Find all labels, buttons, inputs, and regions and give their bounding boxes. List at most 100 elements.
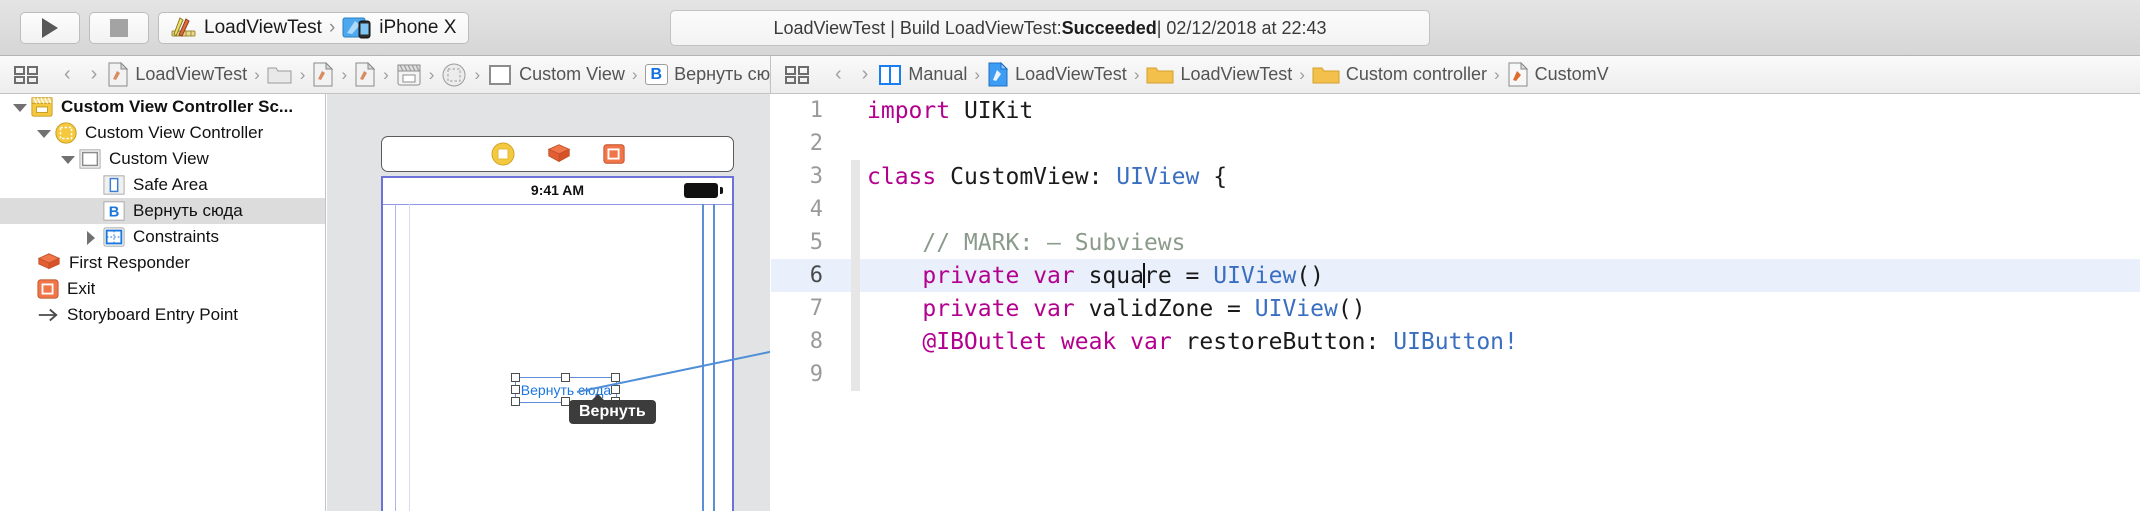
forward-arrow-icon[interactable]: › (91, 63, 98, 86)
outline-row-scene[interactable]: Custom View Controller Sc... (0, 94, 325, 120)
jumpbar-item-7[interactable]: B Вернуть сюда (644, 63, 770, 86)
iphone-x-preview[interactable]: 9:41 AM Вернуть сюда Вернуть (381, 176, 734, 511)
disclosure-triangle-icon[interactable] (12, 100, 27, 114)
jumpbar-sep: › (1299, 64, 1305, 84)
back-arrow-icon[interactable]: ‹ (64, 63, 71, 86)
entry-point-arrow-icon (38, 308, 58, 322)
first-responder-cube-icon[interactable] (546, 141, 572, 167)
jumpbar-item-4[interactable] (396, 63, 422, 87)
outline-label: Exit (67, 279, 96, 298)
jumpbar-right-item-0[interactable]: Manual (878, 64, 967, 86)
document-outline: Custom View Controller Sc... Custom View… (0, 94, 326, 511)
exit-square-icon[interactable] (602, 142, 626, 166)
jumpbar-sep: › (428, 64, 435, 84)
line-number: 6 (809, 263, 823, 288)
interface-builder-canvas[interactable]: 9:41 AM Вернуть сюда Вернуть (327, 94, 770, 511)
scene-icon (31, 97, 53, 117)
code-content: private var validZone = UIView() (867, 295, 1366, 322)
code-fold-strip[interactable] (851, 292, 860, 325)
outline-label: Safe Area (133, 175, 208, 194)
code-fold-strip[interactable] (851, 358, 860, 391)
code-content: @IBOutlet weak var restoreButton: UIButt… (867, 328, 1518, 355)
jumpbar-sep: › (299, 64, 306, 84)
outline-row-first-responder[interactable]: First Responder (0, 250, 325, 276)
code-line[interactable]: 5 // MARK: — Subviews (771, 226, 2140, 259)
related-items-icon[interactable] (785, 65, 811, 85)
outline-row-button[interactable]: B Вернуть сюда (0, 198, 325, 224)
view-icon (489, 64, 512, 85)
code-fold-strip[interactable] (851, 193, 860, 226)
code-line[interactable]: 1 import UIKit (771, 94, 2140, 127)
resize-handle-tm[interactable] (561, 373, 570, 382)
jumpbar-right-item-4[interactable]: CustomV (1507, 62, 1609, 87)
code-fold-strip[interactable] (851, 325, 860, 358)
scheme-selector[interactable]: LoadViewTest › iPhone X (158, 11, 470, 44)
exit-icon (37, 279, 59, 299)
outline-label: Constraints (133, 227, 219, 246)
disclosure-triangle-icon[interactable] (84, 230, 98, 245)
device-status-bar: 9:41 AM (383, 178, 732, 202)
code-line[interactable]: 4 (771, 193, 2140, 226)
jumpbar-item-0[interactable]: LoadViewTest (107, 62, 247, 87)
jumpbar-sep: › (1133, 64, 1140, 84)
resize-handle-mr[interactable] (611, 385, 620, 394)
storyboard-file-icon (313, 62, 334, 87)
related-items-icon[interactable] (14, 65, 40, 85)
outline-row-safe-area[interactable]: Safe Area (0, 172, 325, 198)
stop-button[interactable] (89, 11, 149, 44)
line-number: 3 (809, 164, 823, 189)
storyboard-file-icon (355, 62, 376, 87)
build-status-bar[interactable]: LoadViewTest | Build LoadViewTest: Succe… (670, 10, 1430, 46)
jumpbar-label-6: Custom View (519, 64, 625, 84)
jumpbar-item-3[interactable] (354, 62, 376, 87)
outline-row-entry-point[interactable]: Storyboard Entry Point (0, 302, 325, 328)
status-suffix: | 02/12/2018 at 22:43 (1156, 17, 1327, 38)
jumpbar-right-item-2[interactable]: LoadViewTest (1146, 64, 1292, 86)
code-line[interactable]: 3 class CustomView: UIView { (771, 160, 2140, 193)
code-line[interactable]: 8 @IBOutlet weak var restoreButton: UIBu… (771, 325, 2140, 358)
jumpbar-right-label-3: Custom controller (1345, 64, 1487, 84)
view-controller-round-icon[interactable] (490, 141, 516, 167)
jumpbar-sep: › (254, 64, 260, 84)
guide-right-a (702, 204, 704, 511)
outline-row-constraints[interactable]: Constraints (0, 224, 325, 250)
code-fold-strip[interactable] (851, 259, 860, 292)
jumpbar-item-5[interactable] (441, 62, 467, 88)
code-line[interactable]: 9 (771, 358, 2140, 391)
code-fold-strip[interactable] (851, 160, 860, 193)
scheme-target-label: LoadViewTest (204, 16, 322, 38)
code-line[interactable]: 2 (771, 127, 2140, 160)
line-number: 9 (809, 362, 823, 387)
run-button[interactable] (20, 11, 80, 44)
folder-icon (1146, 67, 1174, 83)
guide-right-b (713, 204, 715, 511)
folder-icon (267, 67, 292, 84)
first-responder-icon (37, 253, 61, 270)
resize-handle-tr[interactable] (611, 373, 620, 382)
back-arrow-icon[interactable]: ‹ (835, 63, 842, 86)
disclosure-triangle-icon[interactable] (36, 126, 51, 140)
forward-arrow-icon[interactable]: › (862, 63, 869, 86)
disclosure-triangle-icon[interactable] (60, 152, 75, 166)
resize-handle-ml[interactable] (511, 385, 520, 394)
code-content: // MARK: — Subviews (867, 229, 1186, 256)
code-line-active[interactable]: 6 private var square = UIView() (771, 259, 2140, 292)
jumpbar-sep: › (341, 64, 348, 84)
jumpbar-item-6[interactable]: Custom View (487, 63, 625, 87)
jumpbar-right-item-1[interactable]: LoadViewTest (987, 62, 1127, 87)
resize-handle-tl[interactable] (511, 373, 520, 382)
code-fold-strip[interactable] (851, 226, 860, 259)
code-line[interactable]: 7 private var validZone = UIView() (771, 292, 2140, 325)
resize-handle-bl[interactable] (511, 397, 520, 406)
line-number: 1 (809, 98, 823, 123)
folder-icon (1312, 67, 1340, 83)
outline-row-exit[interactable]: Exit (0, 276, 325, 302)
xcode-window: LoadViewTest › iPhone X LoadViewTest | B… (0, 0, 2140, 511)
jumpbar-item-2[interactable] (312, 62, 334, 87)
outline-row-view-controller[interactable]: Custom View Controller (0, 120, 325, 146)
jumpbar-right-item-3[interactable]: Custom controller (1312, 64, 1487, 86)
assistant-code-editor[interactable]: 1 import UIKit 2 3 class CustomView: UIV… (771, 94, 2140, 511)
jumpbar-item-1[interactable] (267, 64, 293, 85)
outline-row-custom-view[interactable]: Custom View (0, 146, 325, 172)
jumpbar-label-7: Вернуть сюда (674, 64, 770, 84)
